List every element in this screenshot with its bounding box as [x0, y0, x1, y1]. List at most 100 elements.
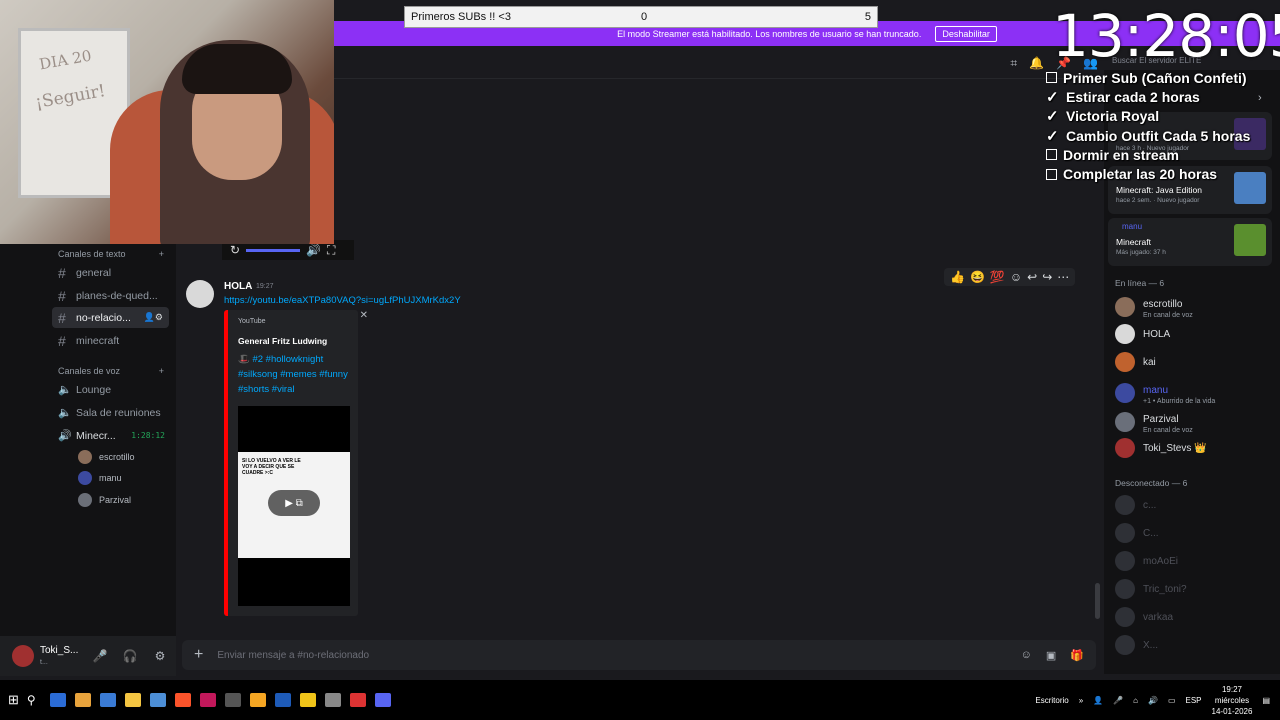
voice-user[interactable]: escrotillo [78, 450, 135, 464]
streamer-hair [182, 44, 292, 94]
message-composer[interactable]: + Enviar mensaje a #no-relacionado ☺ ▣ 🎁 [182, 640, 1096, 670]
voice-channel-lounge[interactable]: 🔈 Lounge [52, 379, 169, 400]
channel-general[interactable]: # general [52, 262, 169, 283]
thumbs-up-icon[interactable]: 👍 [950, 270, 965, 284]
emoji-icon[interactable]: ☺ [1021, 649, 1032, 661]
activity-game: Minecraft: Java Edition [1116, 185, 1202, 195]
more-icon[interactable]: ⋯ [1057, 270, 1069, 284]
member-item[interactable]: Parzival En canal de voz [1115, 409, 1193, 434]
taskbar-app-icon[interactable] [375, 693, 392, 707]
volume-tray-icon[interactable]: 🔊 [1148, 696, 1158, 705]
taskbar-app-icon[interactable] [200, 693, 217, 707]
message-link[interactable]: https://youtu.be/eaXTPa80VAQ?si=ugLfPhUJ… [224, 295, 461, 306]
embed-title[interactable]: General Fritz Ludwing [238, 336, 327, 346]
language-indicator[interactable]: ESP [1186, 696, 1202, 705]
notifications-icon[interactable]: ▤ [1262, 696, 1270, 705]
desktop-label[interactable]: Escritorio [1035, 696, 1068, 705]
disable-streamer-button[interactable]: Deshabilitar [935, 25, 997, 42]
voice-channel-minecraft[interactable]: 🔊 Minecr... 1:28:12 [52, 425, 169, 446]
voice-channel-sala[interactable]: 🔈 Sala de reuniones [52, 402, 169, 423]
chevron-right-icon[interactable]: › [1258, 92, 1262, 104]
play-icon[interactable]: ▶ ⧉ [268, 490, 320, 516]
grin-icon[interactable]: 😆 [970, 270, 985, 284]
hundred-icon[interactable]: 💯 [990, 270, 1005, 284]
avatar [1115, 607, 1135, 627]
embed-close-icon[interactable]: ✕ [360, 310, 368, 321]
microphone-icon[interactable]: 🎤 [88, 649, 112, 663]
member-item[interactable]: c... [1115, 495, 1156, 515]
member-name: Toki_Stevs 👑 [1143, 442, 1207, 454]
subs-current: 0 [641, 11, 648, 23]
channel-no-relacionado[interactable]: # no-relacio... 👤⚙ [52, 307, 169, 328]
mic-tray-icon[interactable]: 🎤 [1113, 696, 1123, 705]
message-author[interactable]: HOLA [224, 281, 252, 292]
user-name[interactable]: Toki_S... t... [40, 645, 82, 667]
person-icon[interactable]: 👤 [1093, 696, 1103, 705]
channel-minecraft[interactable]: # minecraft [52, 330, 169, 351]
member-item[interactable]: Toki_Stevs 👑 [1115, 438, 1207, 458]
taskbar-app-icon[interactable] [325, 693, 342, 707]
taskbar-app-icon[interactable] [275, 693, 292, 707]
gif-icon[interactable]: ▣ [1046, 649, 1056, 662]
forward-icon[interactable]: ↪ [1042, 270, 1052, 284]
member-item[interactable]: X... [1115, 635, 1158, 655]
member-name: c... [1143, 499, 1157, 511]
taskbar-app-icon[interactable] [125, 693, 142, 707]
message-avatar[interactable] [186, 280, 214, 308]
fullscreen-icon[interactable]: ⛶ [327, 243, 335, 258]
taskbar-app-icon[interactable] [175, 693, 192, 707]
add-channel-icon[interactable]: + [159, 249, 164, 259]
taskbar-app-icon[interactable] [50, 693, 67, 707]
volume-slider[interactable] [246, 248, 301, 252]
taskbar-app-icon[interactable] [75, 693, 92, 707]
member-item[interactable]: HOLA [1115, 324, 1170, 344]
member-item[interactable]: moAoEi [1115, 551, 1178, 571]
battery-icon[interactable]: ▭ [1168, 696, 1176, 705]
member-item[interactable]: C... [1115, 523, 1159, 543]
headphones-icon[interactable]: 🎧 [118, 649, 142, 663]
volume-icon[interactable]: 🔊 [306, 243, 321, 257]
avatar [1115, 352, 1135, 372]
add-voice-channel-icon[interactable]: + [159, 366, 164, 376]
member-item[interactable]: escrotillo En canal de voz [1115, 294, 1193, 319]
activity-card[interactable]: manu Minecraft Más jugado: 37 h [1108, 218, 1272, 266]
bell-icon[interactable]: 🔔 [1029, 56, 1044, 71]
taskbar-clock[interactable]: 19:27 miércoles 14-01-2026 [1212, 684, 1253, 717]
taskbar-app-icon[interactable] [300, 693, 317, 707]
text-channels-header[interactable]: Canales de texto + [58, 249, 164, 259]
voice-channels-header[interactable]: Canales de voz + [58, 366, 164, 376]
clock-date: 14-01-2026 [1211, 706, 1253, 716]
message-actions: 👍 😆 💯 ☺ ↩ ↪ ⋯ [944, 268, 1076, 286]
threads-icon[interactable]: ⌗ [1010, 56, 1017, 71]
gift-icon[interactable]: 🎁 [1070, 649, 1084, 662]
channel-settings-icon[interactable]: 👤⚙ [144, 312, 169, 323]
voice-user[interactable]: manu [78, 471, 122, 485]
taskbar-app-icon[interactable] [225, 693, 242, 707]
attach-plus-icon[interactable]: + [194, 646, 203, 664]
member-item[interactable]: Tric_toni? [1115, 579, 1187, 599]
replay-icon[interactable]: ↻ [230, 243, 240, 257]
embed-video[interactable]: SI LO VUELVO A VER LE VOY A DECIR QUE SE… [238, 406, 350, 606]
member-name: varkaa [1143, 611, 1174, 623]
taskbar-app-icon[interactable] [100, 693, 117, 707]
taskbar-app-icon[interactable] [150, 693, 167, 707]
chevron-up-icon[interactable]: » [1079, 696, 1083, 705]
member-item[interactable]: kai [1115, 352, 1156, 372]
embed-provider[interactable]: YouTube [238, 318, 266, 325]
message-input[interactable]: Enviar mensaje a #no-relacionado [217, 650, 1006, 661]
add-reaction-icon[interactable]: ☺ [1010, 270, 1022, 284]
search-icon[interactable]: ⚲ [27, 693, 36, 707]
taskbar-app-icon[interactable] [350, 693, 367, 707]
settings-gear-icon[interactable]: ⚙ [148, 649, 172, 663]
network-icon[interactable]: ⌂ [1133, 696, 1138, 705]
member-item[interactable]: varkaa [1115, 607, 1173, 627]
user-avatar[interactable] [12, 645, 34, 667]
member-item[interactable]: manu +1 • Aburrido de la vida [1115, 380, 1215, 405]
taskbar-app-icon[interactable] [250, 693, 267, 707]
voice-user[interactable]: Parzival [78, 493, 131, 507]
channel-planes[interactable]: # planes-de-qued... [52, 285, 169, 306]
reply-icon[interactable]: ↩ [1027, 270, 1037, 284]
chat-scrollbar[interactable] [1095, 583, 1100, 619]
windows-start-icon[interactable]: ⊞ [8, 692, 19, 708]
activity-meta: hace 2 sem. · Nuevo jugador [1116, 197, 1200, 204]
